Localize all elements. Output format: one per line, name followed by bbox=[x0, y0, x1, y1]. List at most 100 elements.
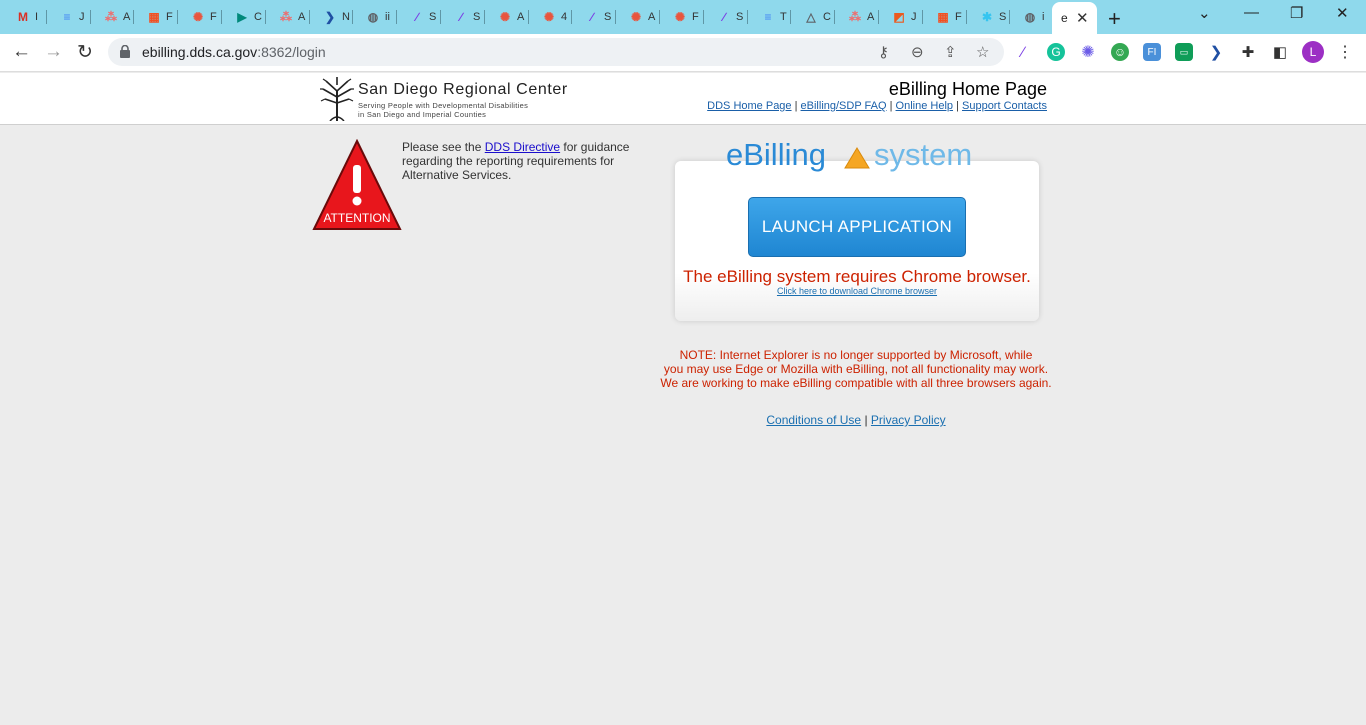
browser-tab[interactable]: ◩ J bbox=[876, 4, 920, 30]
attention-label: ATTENTION bbox=[323, 211, 390, 225]
logo-ebilling-text: eBilling bbox=[726, 137, 826, 172]
tab-title: S bbox=[736, 11, 744, 23]
active-tab-title: e bbox=[1061, 11, 1068, 25]
tab-strip: M I ≡ J ⁂ A ▦ F ✺ F ▶ C ⁂ A ❯ N ◍ ii ∕ S ∕ S ✺ A ✺ 4 ∕ S ✺ A ✺ F ∕ S ≡ T △ C ⁂… bbox=[0, 0, 1366, 34]
microsoft-icon: ▦ bbox=[937, 10, 949, 24]
online-help-link[interactable]: Online Help bbox=[896, 100, 953, 112]
link-separator: | bbox=[889, 100, 893, 112]
active-tab[interactable]: e ✕ bbox=[1052, 2, 1097, 34]
asana-icon: ⁂ bbox=[280, 10, 292, 24]
robot-extension-icon[interactable]: ☺ bbox=[1111, 43, 1129, 61]
browser-tab[interactable]: ∕ S bbox=[701, 4, 745, 30]
back-button[interactable]: ← bbox=[12, 41, 31, 63]
tab-separator bbox=[922, 10, 923, 24]
sunburst-icon: ✺ bbox=[192, 10, 204, 24]
restore-button[interactable]: ❐ bbox=[1290, 4, 1303, 22]
browser-tab[interactable]: ✺ A bbox=[482, 4, 526, 30]
browser-tab[interactable]: ✺ 4 bbox=[526, 4, 570, 30]
browser-tab[interactable]: ⁂ A bbox=[832, 4, 876, 30]
docs-icon: ≡ bbox=[764, 10, 772, 24]
browser-tab[interactable]: △ C bbox=[788, 4, 832, 30]
minimize-button[interactable]: — bbox=[1244, 4, 1259, 21]
docs-icon: ≡ bbox=[63, 10, 71, 24]
notice-text-before: Please see the bbox=[402, 140, 485, 154]
support-contacts-link[interactable]: Support Contacts bbox=[962, 100, 1047, 112]
browser-tab[interactable]: ✺ A bbox=[613, 4, 657, 30]
conditions-of-use-link[interactable]: Conditions of Use bbox=[766, 413, 861, 427]
browser-tab[interactable]: ◍ ii bbox=[350, 4, 394, 30]
zoom-icon[interactable]: ⊖ bbox=[911, 43, 924, 61]
bookmark-star-icon[interactable]: ☆ bbox=[976, 43, 989, 61]
tab-title: F bbox=[210, 11, 217, 23]
close-tab-icon[interactable]: ✕ bbox=[1076, 9, 1089, 27]
browser-tab[interactable]: ▶ C bbox=[219, 4, 263, 30]
tab-title: F bbox=[955, 11, 962, 23]
globe-icon: ◍ bbox=[367, 10, 379, 24]
browser-tab[interactable]: MI bbox=[0, 4, 44, 30]
browser-tab[interactable]: ⁂ A bbox=[263, 4, 307, 30]
chrome-download-link[interactable]: Click here to download Chrome browser bbox=[777, 286, 937, 296]
browser-tab[interactable]: ▦ F bbox=[131, 4, 175, 30]
browser-tab[interactable]: ✺ F bbox=[175, 4, 219, 30]
browser-tab[interactable]: ✱ S bbox=[964, 4, 1008, 30]
grammarly-icon[interactable]: G bbox=[1047, 43, 1065, 61]
browser-tab[interactable]: ∕ S bbox=[569, 4, 613, 30]
browser-tab[interactable]: ≡ T bbox=[745, 4, 789, 30]
forward-button[interactable]: → bbox=[44, 41, 63, 63]
privacy-policy-link[interactable]: Privacy Policy bbox=[871, 413, 946, 427]
tab-title: A bbox=[867, 11, 875, 23]
chat-extension-icon[interactable]: ▭ bbox=[1175, 43, 1193, 61]
tab-search-icon[interactable]: ⌄ bbox=[1198, 4, 1211, 22]
browser-tab[interactable]: ∕ S bbox=[438, 4, 482, 30]
browser-toolbar: ← → ↻ ebilling.dds.ca.gov:8362/login ⚷ ⊖… bbox=[0, 34, 1366, 72]
browser-tab[interactable]: ◍ i bbox=[1007, 4, 1051, 30]
tab-title: S bbox=[429, 11, 437, 23]
tab-separator bbox=[46, 10, 47, 24]
profile-avatar[interactable]: L bbox=[1302, 41, 1324, 63]
fi-extension-icon[interactable]: FI bbox=[1143, 43, 1161, 61]
reload-button[interactable]: ↻ bbox=[77, 41, 93, 64]
browser-tab[interactable]: ❯ N bbox=[307, 4, 351, 30]
dds-directive-link[interactable]: DDS Directive bbox=[485, 140, 560, 154]
launch-application-button[interactable]: LAUNCH APPLICATION bbox=[748, 197, 966, 257]
browser-tab[interactable]: ✺ F bbox=[657, 4, 701, 30]
feather-icon: ∕ bbox=[459, 10, 462, 24]
tab-title: A bbox=[298, 11, 306, 23]
dds-home-link[interactable]: DDS Home Page bbox=[707, 100, 791, 112]
menu-kebab-icon[interactable]: ⋮ bbox=[1336, 43, 1354, 61]
tab-separator bbox=[484, 10, 485, 24]
org-tagline-1: Serving People with Developmental Disabi… bbox=[358, 101, 529, 110]
feather-icon: ∕ bbox=[415, 10, 418, 24]
feather-extension-icon[interactable]: ∕ bbox=[1014, 43, 1032, 61]
ebilling-faq-link[interactable]: eBilling/SDP FAQ bbox=[801, 100, 887, 112]
url-path: :8362/login bbox=[257, 44, 326, 60]
browser-tab[interactable]: ⁂ A bbox=[88, 4, 132, 30]
address-bar[interactable]: ebilling.dds.ca.gov:8362/login ⚷ ⊖ ⇪ ☆ bbox=[108, 38, 1004, 66]
url-text: ebilling.dds.ca.gov:8362/login bbox=[142, 44, 326, 60]
attention-warning-icon: ATTENTION bbox=[312, 139, 402, 230]
org-name: San Diego Regional Center bbox=[358, 81, 568, 98]
key-icon[interactable]: ⚷ bbox=[878, 43, 889, 61]
tab-separator bbox=[90, 10, 91, 24]
sparkle-extension-icon[interactable]: ✺ bbox=[1079, 43, 1097, 61]
browser-tab[interactable]: ∕ S bbox=[394, 4, 438, 30]
share-icon[interactable]: ⇪ bbox=[944, 43, 957, 61]
new-tab-button[interactable]: + bbox=[1108, 6, 1121, 32]
browser-tab[interactable]: ≡ J bbox=[44, 4, 88, 30]
close-window-button[interactable]: ✕ bbox=[1336, 4, 1349, 22]
tab-separator bbox=[309, 10, 310, 24]
lock-icon[interactable] bbox=[120, 45, 130, 58]
tab-separator bbox=[878, 10, 879, 24]
tab-title: S bbox=[604, 11, 612, 23]
puzzle-icon[interactable]: ✚ bbox=[1239, 43, 1257, 61]
browser-tab[interactable]: ▦ F bbox=[920, 4, 964, 30]
chevron-extension-icon[interactable]: ❯ bbox=[1207, 43, 1225, 61]
tab-title: I bbox=[35, 11, 39, 23]
chrome-requirement-text: The eBilling system requires Chrome brow… bbox=[683, 267, 1031, 286]
side-panel-icon[interactable]: ◧ bbox=[1271, 43, 1289, 61]
ie-note-line-1: NOTE: Internet Explorer is no longer sup… bbox=[679, 348, 1033, 362]
slack-icon: ✱ bbox=[981, 10, 993, 24]
asana-icon: ⁂ bbox=[849, 10, 861, 24]
directive-notice: Please see the DDS Directive for guidanc… bbox=[402, 140, 642, 182]
url-host: ebilling.dds.ca.gov bbox=[142, 44, 258, 60]
